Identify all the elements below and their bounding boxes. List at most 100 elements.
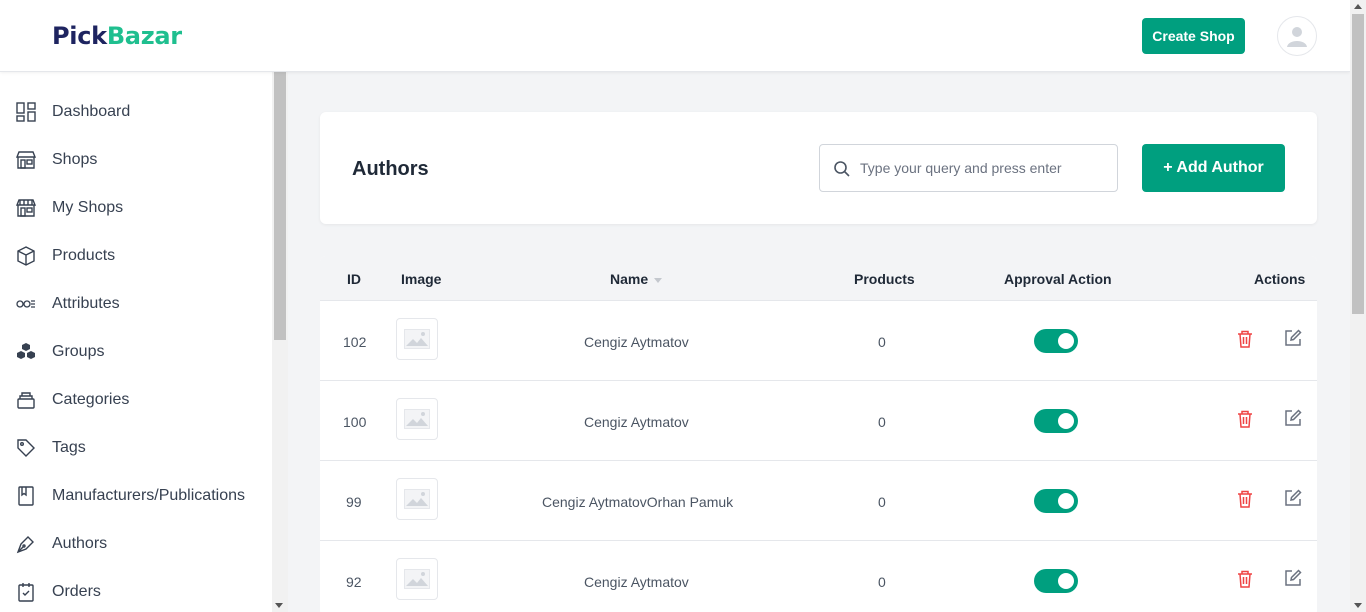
my-shops-icon [16,198,36,218]
sort-caret-icon[interactable] [654,277,663,283]
table-row: 100 Cengiz Aytmatov 0 [320,381,1317,461]
brand-logo[interactable]: PickBazar [52,22,182,50]
approval-toggle[interactable] [1034,489,1078,513]
table-row: 102 Cengiz Aytmatov 0 [320,301,1317,381]
sidebar-item-groups[interactable]: Groups [0,328,272,376]
column-header-products: Products [854,271,915,287]
products-icon [16,246,36,266]
authors-header-card: Authors + Add Author [320,112,1317,224]
author-image-placeholder [396,398,438,440]
row-products: 0 [878,494,886,510]
toggle-knob [1058,333,1074,349]
trash-icon[interactable] [1235,409,1255,429]
sidebar-item-label: Orders [52,583,101,600]
sidebar-item-authors[interactable]: Authors [0,520,272,568]
sidebar-item-attributes[interactable]: Attributes [0,280,272,328]
approval-toggle[interactable] [1034,569,1078,593]
orders-icon [16,582,36,602]
row-products: 0 [878,414,886,430]
sidebar-item-label: My Shops [52,199,124,216]
column-header-id: ID [347,271,361,287]
sidebar-item-label: Products [52,247,116,264]
row-products: 0 [878,574,886,590]
brand-logo-part2: Bazar [106,22,182,50]
sidebar-scrollbar[interactable] [272,72,288,612]
sidebar-item-label: Shops [52,151,98,168]
table-header: ID Image Name Products Approval Action A… [320,256,1317,301]
add-author-button[interactable]: + Add Author [1142,144,1285,192]
image-placeholder-icon [404,569,430,589]
sidebar-item-tags[interactable]: Tags [0,424,272,472]
approval-toggle[interactable] [1034,409,1078,433]
sidebar-item-shops[interactable]: Shops [0,136,272,184]
column-header-actions: Actions [1254,271,1306,287]
sidebar-item-orders[interactable]: Orders [0,568,272,612]
trash-icon[interactable] [1235,489,1255,509]
page-scrollbar-thumb[interactable] [1352,14,1364,314]
sidebar-item-products[interactable]: Products [0,232,272,280]
column-header-image: Image [401,271,442,287]
toggle-knob [1058,413,1074,429]
edit-icon[interactable] [1283,408,1303,428]
sidebar-item-label: Categories [52,391,130,408]
toggle-knob [1058,573,1074,589]
sidebar-item-label: Tags [52,439,86,456]
author-image-placeholder [396,478,438,520]
pen-icon [16,534,36,554]
row-id: 92 [346,574,362,590]
author-image-placeholder [396,318,438,360]
sidebar-item-label: Groups [52,343,105,360]
top-header: PickBazar Create Shop [0,0,1350,72]
image-placeholder-icon [404,329,430,349]
search-icon [834,161,850,177]
edit-icon[interactable] [1283,488,1303,508]
attributes-icon [16,294,36,314]
sidebar-item-dashboard[interactable]: Dashboard [0,88,272,136]
tag-icon [16,438,36,458]
row-id: 102 [343,334,367,350]
scroll-up-arrow-icon[interactable] [1354,4,1362,9]
search-input[interactable] [860,146,1110,190]
sidebar-item-label: Authors [52,535,108,552]
row-name: Cengiz Aytmatov [584,334,689,350]
sidebar-item-label: Attributes [52,295,120,312]
row-id: 99 [346,494,362,510]
trash-icon[interactable] [1235,329,1255,349]
sidebar-item-manufacturers[interactable]: Manufacturers/Publications [0,472,272,520]
row-products: 0 [878,334,886,350]
book-icon [16,486,36,506]
authors-table: ID Image Name Products Approval Action A… [320,256,1317,612]
author-image-placeholder [396,558,438,600]
sidebar-item-my-shops[interactable]: My Shops [0,184,272,232]
sidebar-scrollbar-thumb[interactable] [274,72,286,340]
approval-toggle[interactable] [1034,329,1078,353]
user-avatar[interactable] [1277,16,1317,56]
search-field[interactable] [819,144,1118,192]
row-name: Cengiz Aytmatov [584,414,689,430]
sidebar-item-label: Dashboard [52,103,131,120]
column-header-name-label: Name [610,271,649,287]
table-row: 92 Cengiz Aytmatov 0 [320,541,1317,612]
scroll-down-arrow-icon[interactable] [1354,603,1362,608]
groups-icon [16,342,36,362]
create-shop-button[interactable]: Create Shop [1142,18,1245,54]
image-placeholder-icon [404,489,430,509]
toggle-knob [1058,493,1074,509]
row-id: 100 [343,414,367,430]
column-header-approval: Approval Action [1004,271,1112,287]
sidebar-item-categories[interactable]: Categories [0,376,272,424]
trash-icon[interactable] [1235,569,1255,589]
sidebar-item-label: Manufacturers/Publications [52,487,245,504]
column-header-name[interactable]: Name [610,271,663,287]
page-scrollbar[interactable] [1350,0,1366,612]
categories-icon [16,390,36,410]
user-avatar-icon [1287,27,1307,47]
image-placeholder-icon [404,409,430,429]
row-name: Cengiz Aytmatov [584,574,689,590]
sidebar: Dashboard Shops My Shops Products Attrib… [0,72,272,612]
edit-icon[interactable] [1283,568,1303,588]
row-name: Cengiz AytmatovOrhan Pamuk [542,494,734,510]
edit-icon[interactable] [1283,328,1303,348]
shop-icon [16,150,36,170]
scroll-down-arrow-icon[interactable] [275,603,283,608]
